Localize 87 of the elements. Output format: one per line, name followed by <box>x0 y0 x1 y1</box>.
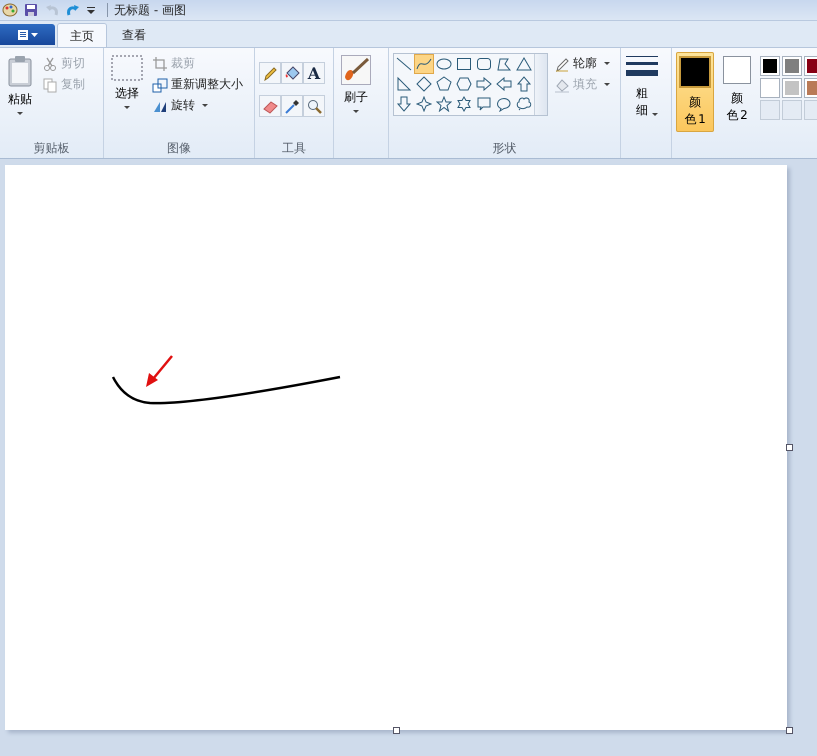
polygon-icon <box>496 56 512 72</box>
left-arrow-icon <box>496 76 512 92</box>
caret-icon <box>604 83 610 86</box>
eyedropper-icon <box>284 98 300 114</box>
shape-tool-button[interactable] <box>394 94 414 114</box>
palette-color[interactable] <box>782 56 802 76</box>
paintbrush-icon <box>341 55 371 85</box>
paste-button[interactable]: 粘贴 <box>4 52 36 130</box>
group-label: 图像 <box>166 140 192 157</box>
six-point-star-icon <box>456 96 472 112</box>
fill-tool-button[interactable] <box>281 62 303 84</box>
empty-color-slot[interactable] <box>782 100 802 120</box>
shape-tool-button[interactable] <box>414 94 434 114</box>
caret-icon <box>202 104 208 107</box>
right-triangle-icon <box>396 76 412 92</box>
ribbon-tab[interactable]: 查看 <box>109 23 159 47</box>
crop-icon <box>152 56 168 72</box>
shape-tool-button[interactable] <box>414 54 434 74</box>
rectangular-callout-icon <box>476 96 492 112</box>
clipboard-icon <box>7 55 33 87</box>
rotate-button[interactable]: 旋转 <box>150 96 245 115</box>
shape-tool-button[interactable] <box>474 74 494 94</box>
shape-tool-button[interactable] <box>514 74 534 94</box>
shape-tool-button[interactable] <box>434 94 454 114</box>
five-point-star-icon <box>436 96 452 112</box>
caret-icon <box>17 112 23 115</box>
eraser-tool-button[interactable] <box>259 95 281 117</box>
up-arrow-icon <box>516 76 532 92</box>
down-arrow-icon <box>396 96 412 112</box>
outline-button[interactable]: 轮廓 <box>552 54 612 73</box>
copy-icon <box>42 76 58 92</box>
rectangle-icon <box>456 56 472 72</box>
arrow-annotation <box>146 355 173 387</box>
oval-callout-icon <box>496 96 512 112</box>
brushes-button[interactable]: 刷子 <box>338 52 374 130</box>
hexagon-icon <box>456 76 472 92</box>
line-icon <box>396 56 412 72</box>
gallery-scrollbar[interactable] <box>534 54 547 115</box>
resize-icon <box>152 76 168 92</box>
palette-color[interactable] <box>760 78 780 98</box>
diamond-icon <box>416 76 432 92</box>
color-selector-button[interactable]: 颜色 1 <box>676 52 714 132</box>
resize-handle[interactable] <box>786 727 793 734</box>
window-title: 无标题 - 画图 <box>107 3 186 17</box>
right-arrow-icon <box>476 76 492 92</box>
pencil-icon <box>262 65 278 81</box>
oval-icon <box>436 56 452 72</box>
scissors-icon <box>42 56 58 72</box>
four-point-star-icon <box>416 96 432 112</box>
empty-color-slot[interactable] <box>760 100 780 120</box>
shape-tool-button[interactable] <box>494 74 514 94</box>
triangle-icon <box>516 56 532 72</box>
palette-color[interactable] <box>760 56 780 76</box>
group-label: 剪贴板 <box>32 140 70 157</box>
picker-tool-button[interactable] <box>281 95 303 117</box>
cloud-callout-icon <box>516 96 532 112</box>
paint-palette-icon[interactable] <box>2 2 18 18</box>
caret-icon <box>353 110 359 113</box>
pentagon-icon <box>436 76 452 92</box>
shape-tool-button[interactable] <box>414 74 434 94</box>
line-size-button[interactable]: 粗细 <box>625 52 659 136</box>
caret-icon <box>604 62 610 65</box>
color-selector-button[interactable]: 颜色 2 <box>718 52 756 130</box>
curve-icon <box>416 56 432 72</box>
redo-icon[interactable] <box>65 2 81 18</box>
select-button[interactable]: 选择 <box>108 52 146 130</box>
paint-bucket-icon <box>284 65 300 81</box>
group-label: 形状 <box>492 140 518 157</box>
paint-bucket-icon <box>554 76 570 92</box>
ribbon-tab[interactable]: 主页 <box>57 23 107 48</box>
magnifier-tool-button[interactable] <box>303 95 325 117</box>
magnifier-icon <box>306 98 322 114</box>
save-icon[interactable] <box>23 2 39 18</box>
pencil-tool-button[interactable] <box>259 62 281 84</box>
caret-icon <box>652 113 658 116</box>
app-menu-button[interactable] <box>0 24 55 45</box>
menu-icon <box>16 28 38 40</box>
resize-button[interactable]: 重新调整大小 <box>150 75 245 94</box>
palette-color[interactable] <box>782 78 802 98</box>
rounded-rectangle-icon <box>476 56 492 72</box>
resize-handle[interactable] <box>786 444 793 451</box>
pencil-icon <box>554 56 570 72</box>
group-label: 工具 <box>281 140 307 157</box>
resize-handle[interactable] <box>393 727 400 734</box>
selection-rectangle-icon <box>111 55 143 81</box>
caret-icon <box>124 106 130 109</box>
text-tool-button[interactable]: A <box>303 62 325 84</box>
